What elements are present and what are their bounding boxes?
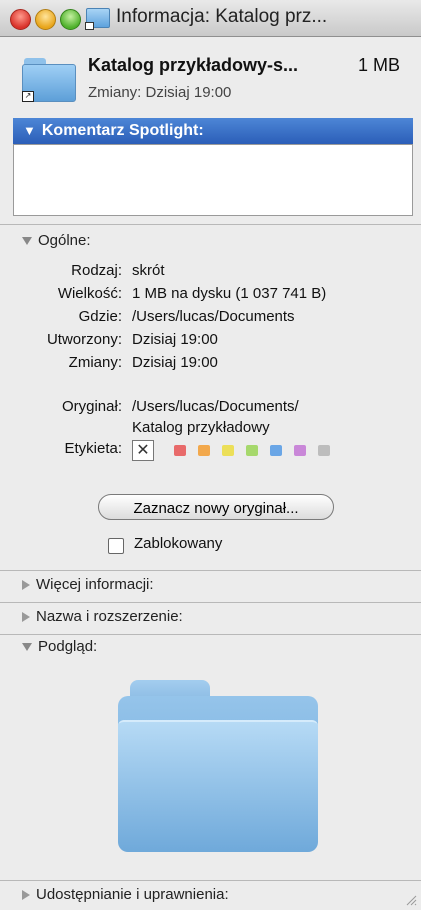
tag-color-swatch[interactable] [198,445,210,456]
section-more-info[interactable]: Więcej informacji: [22,576,154,593]
original-path-line2: Katalog przykładowy [132,419,270,436]
tag-color-swatch[interactable] [246,445,258,456]
section-preview-label: Podgląd: [38,638,98,655]
info-value: /Users/lucas/Documents/ [132,398,299,415]
triangle-right-icon [22,890,30,901]
info-label: Rodzaj: [71,262,122,279]
info-label: Wielkość: [57,285,122,302]
section-name-extension-label: Nazwa i rozszerzenie: [36,608,183,625]
divider [0,880,421,881]
section-name-extension[interactable]: Nazwa i rozszerzenie: [22,608,183,625]
section-preview[interactable]: Podgląd: [22,638,97,655]
info-label: Oryginał: [61,398,122,415]
folder-alias-icon [85,8,110,30]
tag-label: Etykieta: [64,440,122,457]
alias-arrow-icon: ↗ [22,91,34,102]
triangle-right-icon [22,580,30,591]
folder-alias-icon: ↗ [22,58,76,102]
tag-color-swatch[interactable] [222,445,234,456]
divider [0,602,421,603]
info-value: 1 MB na dysku (1 037 741 B) [132,285,327,302]
divider [0,634,421,635]
section-sharing-label: Udostępnianie i uprawnienia: [36,886,229,903]
triangle-down-icon [22,643,32,652]
item-name: Katalog przykładowy-s... [88,55,299,75]
title-bar[interactable]: Informacja: Katalog prz... [0,0,421,37]
triangle-right-icon [22,612,30,623]
spotlight-label: Komentarz Spotlight: [41,122,204,139]
section-more-info-label: Więcej informacji: [36,576,154,593]
select-new-original-button[interactable]: Zaznacz nowy oryginał... [98,494,334,520]
tag-color-swatch[interactable] [294,445,306,456]
divider [0,570,421,571]
triangle-down-icon: ▼ [23,123,36,138]
locked-checkbox[interactable] [108,538,124,554]
triangle-down-icon [22,237,32,246]
minimize-button[interactable] [35,9,56,30]
section-sharing[interactable]: Udostępnianie i uprawnienia: [22,886,229,903]
spotlight-comment-field[interactable] [13,144,413,216]
window-title: Informacja: Katalog prz... [116,6,328,27]
info-label: Utworzony: [46,331,122,348]
info-value: /Users/lucas/Documents [132,308,295,325]
zoom-button[interactable] [60,9,81,30]
info-window: Informacja: Katalog prz... ↗ Katalog prz… [0,0,421,910]
folder-preview-icon [118,680,318,852]
info-label: Gdzie: [78,308,122,325]
tag-color-swatch[interactable] [174,445,186,456]
divider [0,224,421,225]
locked-label: Zablokowany [134,535,223,552]
close-button[interactable] [10,9,31,30]
item-size: 1 MB [358,55,401,75]
info-value: Dzisiaj 19:00 [132,354,218,371]
info-label: Zmiany: [68,354,122,371]
tag-none-button[interactable]: ✕ [132,440,154,461]
spotlight-section-header[interactable]: ▼ Komentarz Spotlight: [13,118,413,144]
item-modified: Zmiany: Dzisiaj 19:00 [88,84,232,101]
tag-color-swatch[interactable] [270,445,282,456]
resize-grip-icon[interactable] [403,892,417,906]
section-general-label: Ogólne: [38,232,91,249]
tag-color-swatch[interactable] [318,445,330,456]
info-value: Dzisiaj 19:00 [132,331,218,348]
info-value: skrót [132,262,165,279]
section-general[interactable]: Ogólne: [22,232,91,249]
